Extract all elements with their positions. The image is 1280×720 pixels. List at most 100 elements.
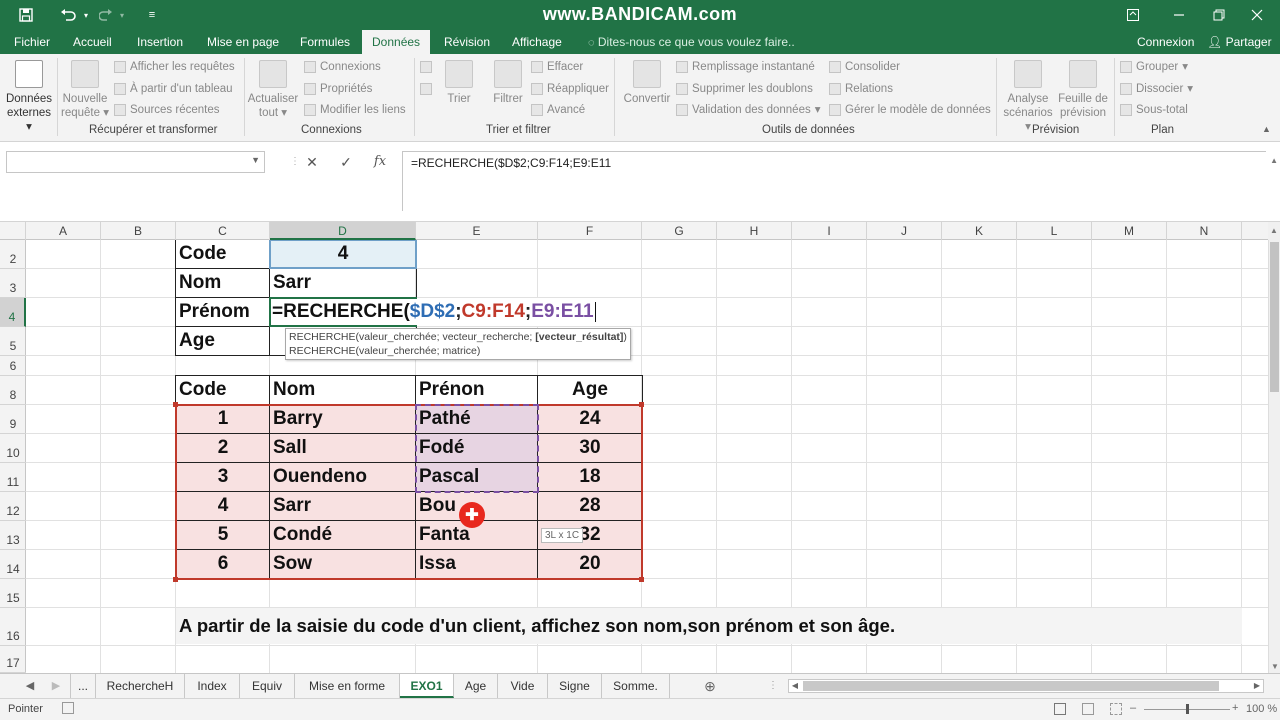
worksheet-grid[interactable]: Code 4 Nom Sarr Prénom Age =RECHERCHE($D… [26,240,1268,673]
row-header-15[interactable]: 15 [0,579,26,608]
column-header-b[interactable]: B [101,222,176,240]
instruction-text[interactable]: A partir de la saisie du code d'un clien… [176,608,895,644]
name-box[interactable]: ▼ [6,151,265,173]
remove-duplicates-button[interactable]: Supprimer les doublons [676,80,813,98]
properties-button[interactable]: Propriétés [304,80,372,98]
forecast-sheet-button[interactable]: Feuille de prévision [1056,58,1110,120]
column-header-a[interactable]: A [26,222,101,240]
clear-filter-button[interactable]: Effacer [531,58,583,76]
sign-in-link[interactable]: Connexion [1137,30,1194,54]
row-header-8[interactable]: 8 [0,376,26,405]
column-header-d[interactable]: D [270,222,416,240]
row-header-10[interactable]: 10 [0,434,26,463]
sheet-tab-vide[interactable]: Vide [498,674,548,698]
table-cell[interactable]: 30 [538,434,642,462]
zoom-out-icon[interactable]: – [1130,702,1136,714]
function-tooltip[interactable]: RECHERCHE(valeur_cherchée; vecteur_reche… [285,328,631,360]
column-header-j[interactable]: J [867,222,942,240]
text-to-columns-button[interactable]: Convertir [620,58,674,106]
table-cell[interactable]: 20 [538,550,642,578]
close-icon[interactable] [1234,0,1280,30]
enter-icon[interactable]: ✓ [333,151,359,173]
external-data-button[interactable]: Données externes ▾ [4,58,54,134]
tab-splitter-icon[interactable]: ⋮ [768,680,778,691]
table-cell[interactable]: Sall [270,434,416,462]
sheet-tab-mise-en-forme[interactable]: Mise en forme [295,674,400,698]
zoom-in-icon[interactable]: + [1232,702,1238,714]
ref-handle[interactable] [173,402,178,407]
sheet-tab-somme[interactable]: Somme. [602,674,670,698]
table-cell[interactable]: Condé [270,521,416,549]
cell-c5[interactable]: Age [176,327,270,355]
tell-me-box[interactable]: ◌ Dites-nous ce que vous voulez faire.. [588,30,795,54]
sort-desc-icon[interactable] [420,80,436,98]
cell-d3[interactable]: Sarr [270,269,416,297]
select-all-corner[interactable] [0,222,26,240]
scroll-right-icon[interactable]: ▶ [1251,680,1263,692]
share-button[interactable]: 👤︎ Partager [1207,30,1272,54]
cell-d2[interactable]: 4 [270,240,416,268]
row-header-14[interactable]: 14 [0,550,26,579]
normal-view-icon[interactable] [1054,703,1066,715]
recent-sources-button[interactable]: Sources récentes [114,101,220,119]
chevron-down-icon[interactable]: ▼ [251,155,260,165]
sheet-tab-signe[interactable]: Signe [548,674,602,698]
column-header-m[interactable]: M [1092,222,1167,240]
zoom-slider-thumb[interactable] [1186,704,1189,714]
ref-handle[interactable] [639,577,644,582]
column-header-i[interactable]: I [792,222,867,240]
tab-insertion[interactable]: Insertion [137,30,183,54]
expand-formula-icon[interactable]: ▲ [1270,156,1278,165]
column-header-n[interactable]: N [1167,222,1242,240]
show-queries-button[interactable]: Afficher les requêtes [114,58,235,76]
table-cell[interactable]: 3 [176,463,270,491]
row-header-5[interactable]: 5 [0,327,26,356]
row-header-3[interactable]: 3 [0,269,26,298]
row-header-13[interactable]: 13 [0,521,26,550]
tab-formules[interactable]: Formules [300,30,350,54]
sort-button[interactable]: Trier [440,58,478,106]
consolidate-button[interactable]: Consolider [829,58,900,76]
subtotal-button[interactable]: Sous-total [1120,101,1188,119]
sheet-tab-age[interactable]: Age [454,674,498,698]
insert-function-icon[interactable]: fx [367,151,393,173]
reapply-button[interactable]: Réappliquer [531,80,609,98]
row-header-9[interactable]: 9 [0,405,26,434]
filter-button[interactable]: Filtrer [489,58,527,106]
relationships-button[interactable]: Relations [829,80,893,98]
cell-d4-editor[interactable]: =RECHERCHE($D$2; C9:F14; E9:E11 [270,298,596,326]
row-header-11[interactable]: 11 [0,463,26,492]
data-model-button[interactable]: Gérer le modèle de données [829,101,991,119]
table-header-age[interactable]: Age [538,376,642,404]
data-validation-button[interactable]: Validation des données ▾ [676,101,821,119]
sheet-tab-index[interactable]: Index [185,674,240,698]
sheet-tab-more[interactable]: ... [70,674,96,698]
table-cell[interactable]: 5 [176,521,270,549]
table-cell[interactable]: Barry [270,405,416,433]
cancel-icon[interactable]: ✕ [299,151,325,173]
table-cell[interactable]: Fodé [416,434,538,462]
table-cell[interactable]: 2 [176,434,270,462]
sheet-tab-rechercheh[interactable]: RechercheH [96,674,185,698]
formula-input[interactable]: =RECHERCHE($D$2;C9:F14;E9:E11 [402,151,1266,211]
tab-donnees[interactable]: Données [362,30,431,54]
table-cell[interactable]: 18 [538,463,642,491]
what-if-button[interactable]: Analyse scénarios ▾ [1000,58,1056,134]
new-query-button[interactable]: Nouvelle requête ▾ [60,58,110,120]
table-cell[interactable]: 4 [176,492,270,520]
refresh-all-button[interactable]: Actualiser tout ▾ [246,58,300,120]
column-header-k[interactable]: K [942,222,1017,240]
tab-accueil[interactable]: Accueil [73,30,112,54]
row-header-12[interactable]: 12 [0,492,26,521]
table-cell[interactable]: 28 [538,492,642,520]
tab-fichier[interactable]: Fichier [14,30,50,54]
column-header-f[interactable]: F [538,222,642,240]
tab-revision[interactable]: Révision [444,30,490,54]
add-sheet-icon[interactable]: ⊕ [700,674,720,698]
from-table-button[interactable]: À partir d'un tableau [114,80,233,98]
row-header-4[interactable]: 4 [0,298,26,327]
edit-links-button[interactable]: Modifier les liens [304,101,406,119]
sort-asc-icon[interactable] [420,58,436,76]
page-layout-icon[interactable] [1082,703,1094,715]
column-header-e[interactable]: E [416,222,538,240]
